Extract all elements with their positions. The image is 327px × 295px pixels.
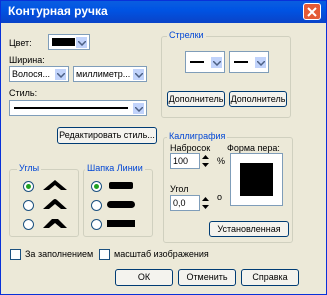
arrows-group-title: Стрелки [167,30,206,40]
stretch-unit: % [217,156,226,166]
cap-square-icon [107,220,135,227]
stretch-value: 100 [173,156,189,166]
color-swatch [52,38,76,46]
cap-round-radio[interactable] [91,200,102,211]
line-caps-group-title: Шапка Линии [85,163,145,173]
behind-fill-checkbox[interactable] [10,249,21,260]
nib-shape-square [240,163,273,196]
scale-with-image-checkbox[interactable] [99,249,110,260]
corner-round-icon [43,199,67,209]
stretch-input[interactable]: 100 [170,153,200,169]
angle-label: Угол [170,184,189,194]
style-label: Стиль: [9,88,38,98]
stretch-label: Набросок [170,143,211,153]
corner-bevel-radio[interactable] [23,219,34,230]
angle-input[interactable]: 0,0 [170,195,200,211]
cap-square-radio[interactable] [91,219,102,230]
nib-shape-preview[interactable] [230,153,283,206]
start-arrow-line [190,61,204,63]
width-value: Волося... [12,69,51,79]
end-arrow-dropdown[interactable] [254,56,267,69]
ok-button[interactable]: ОК [115,269,173,286]
close-icon [307,7,317,17]
nib-shape-label: Форма пера: [227,143,280,153]
corner-bevel-icon [43,219,67,228]
scale-with-image-label: масштаб изображения [114,249,209,259]
solid-line-preview [14,107,128,109]
style-dropdown-arrow[interactable] [132,102,145,115]
color-dropdown-arrow[interactable] [75,36,88,49]
start-arrow-options-button[interactable]: Дополнитель [167,91,225,107]
line-style-combo[interactable] [9,100,147,116]
angle-spinner-icon[interactable] [201,195,210,211]
cap-butt-icon [109,182,133,189]
title-bar: Контурная ручка [1,1,326,23]
units-combo[interactable]: миллиметр... [73,66,147,82]
end-arrow-combo[interactable] [229,51,269,73]
window-title: Контурная ручка [8,4,108,18]
corners-group-title: Углы [17,163,42,173]
corner-round-radio[interactable] [23,200,34,211]
cancel-button[interactable]: Отменить [178,269,236,286]
corner-sharp-icon [43,180,67,190]
units-dropdown-arrow[interactable] [132,68,145,81]
edit-style-button[interactable]: Редактировать стиль... [57,127,157,144]
width-label: Ширина: [9,55,45,65]
cap-butt-radio[interactable] [91,181,102,192]
cap-round-icon [107,201,135,208]
behind-fill-label: За заполнением [25,249,94,259]
pen-dialog: Контурная ручка Цвет: Ширина: Волося... … [0,0,327,295]
angle-value: 0,0 [173,198,186,208]
calligraphy-group-title: Каллиграфия [167,131,228,141]
angle-unit: o [217,192,223,202]
default-nib-button[interactable]: Установленная [209,221,289,237]
color-picker[interactable] [48,34,90,50]
start-arrow-combo[interactable] [185,51,225,73]
close-button[interactable] [303,3,321,20]
color-label: Цвет: [9,38,32,48]
width-combo[interactable]: Волося... [9,66,69,82]
width-dropdown-arrow[interactable] [54,68,67,81]
end-arrow-options-button[interactable]: Дополнитель [229,91,287,107]
start-arrow-dropdown[interactable] [210,56,223,69]
units-value: миллиметр... [76,69,131,79]
stretch-spinner-icon[interactable] [201,153,210,169]
help-button[interactable]: Справка [241,269,299,286]
corner-sharp-radio[interactable] [23,181,34,192]
end-arrow-line [234,61,248,63]
